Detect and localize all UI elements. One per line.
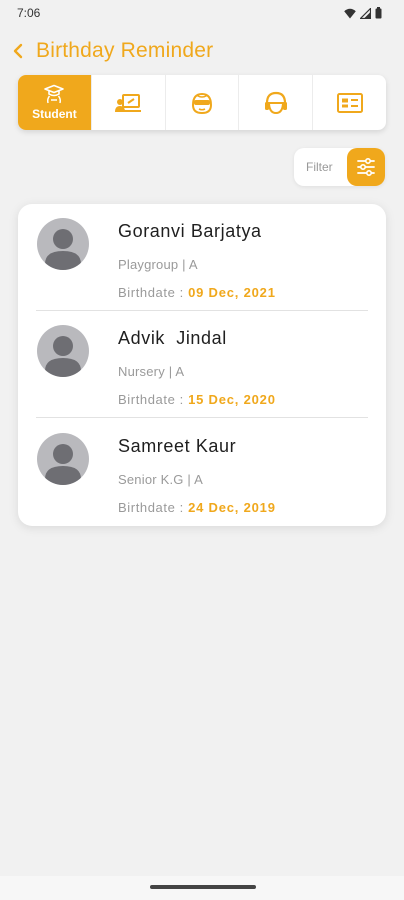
birthdate-label: Birthdate :: [118, 285, 184, 300]
graduation-cap-icon: [44, 84, 65, 104]
student-class: Nursery | A: [118, 364, 185, 379]
tab-other[interactable]: [313, 75, 386, 130]
filter-button[interactable]: [347, 148, 385, 186]
wifi-icon: [344, 8, 356, 18]
filter-control[interactable]: Filter: [294, 148, 385, 186]
id-card-icon: [336, 92, 363, 113]
birthdate-value: 15 Dec, 2020: [188, 392, 276, 407]
back-button[interactable]: [12, 40, 28, 62]
tab-driver[interactable]: [166, 75, 240, 130]
driver-helmet-icon: [191, 92, 212, 114]
status-bar: 7:06: [0, 0, 404, 26]
person-icon: [45, 444, 81, 485]
tab-staff[interactable]: [239, 75, 314, 130]
avatar: [37, 325, 89, 377]
battery-icon: [375, 7, 382, 19]
sliders-icon: [357, 158, 375, 176]
home-indicator[interactable]: [150, 885, 256, 889]
birthdate-value: 24 Dec, 2019: [188, 500, 276, 515]
signal-icon: [360, 7, 371, 19]
student-name: Advik Jindal: [118, 328, 227, 348]
person-icon: [45, 229, 81, 270]
avatar: [37, 218, 89, 270]
status-icons: [344, 7, 382, 19]
tab-student-label: Student: [32, 107, 77, 121]
staff-headset-icon: [264, 91, 287, 114]
category-tabs: Student: [18, 75, 386, 130]
birthdate-line: Birthdate : 09 Dec, 2021: [118, 285, 276, 300]
student-name: Goranvi Barjatya: [118, 221, 262, 241]
tab-teacher[interactable]: [92, 75, 166, 130]
list-item[interactable]: Goranvi Barjatya Playgroup | A Birthdate…: [36, 204, 368, 311]
teacher-board-icon: [115, 93, 142, 112]
avatar: [37, 433, 89, 485]
list-item[interactable]: Advik Jindal Nursery | A Birthdate : 15 …: [36, 311, 368, 418]
page-title: Birthday Reminder: [36, 39, 214, 62]
student-name: Samreet Kaur: [118, 436, 237, 456]
student-class: Senior K.G | A: [118, 472, 203, 487]
status-time: 7:06: [17, 6, 41, 20]
birthdate-line: Birthdate : 24 Dec, 2019: [118, 500, 276, 515]
chevron-left-icon: [13, 43, 23, 59]
birthdate-line: Birthdate : 15 Dec, 2020: [118, 392, 276, 407]
student-class: Playgroup | A: [118, 257, 198, 272]
app-header: Birthday Reminder: [12, 36, 213, 66]
birthdate-label: Birthdate :: [118, 392, 184, 407]
list-item[interactable]: Samreet Kaur Senior K.G | A Birthdate : …: [36, 419, 368, 526]
tab-student[interactable]: Student: [18, 75, 92, 130]
birthdate-value: 09 Dec, 2021: [188, 285, 276, 300]
person-icon: [45, 336, 81, 377]
filter-label: Filter: [306, 160, 333, 174]
birthday-list-card: Goranvi Barjatya Playgroup | A Birthdate…: [18, 204, 386, 526]
birthdate-label: Birthdate :: [118, 500, 184, 515]
